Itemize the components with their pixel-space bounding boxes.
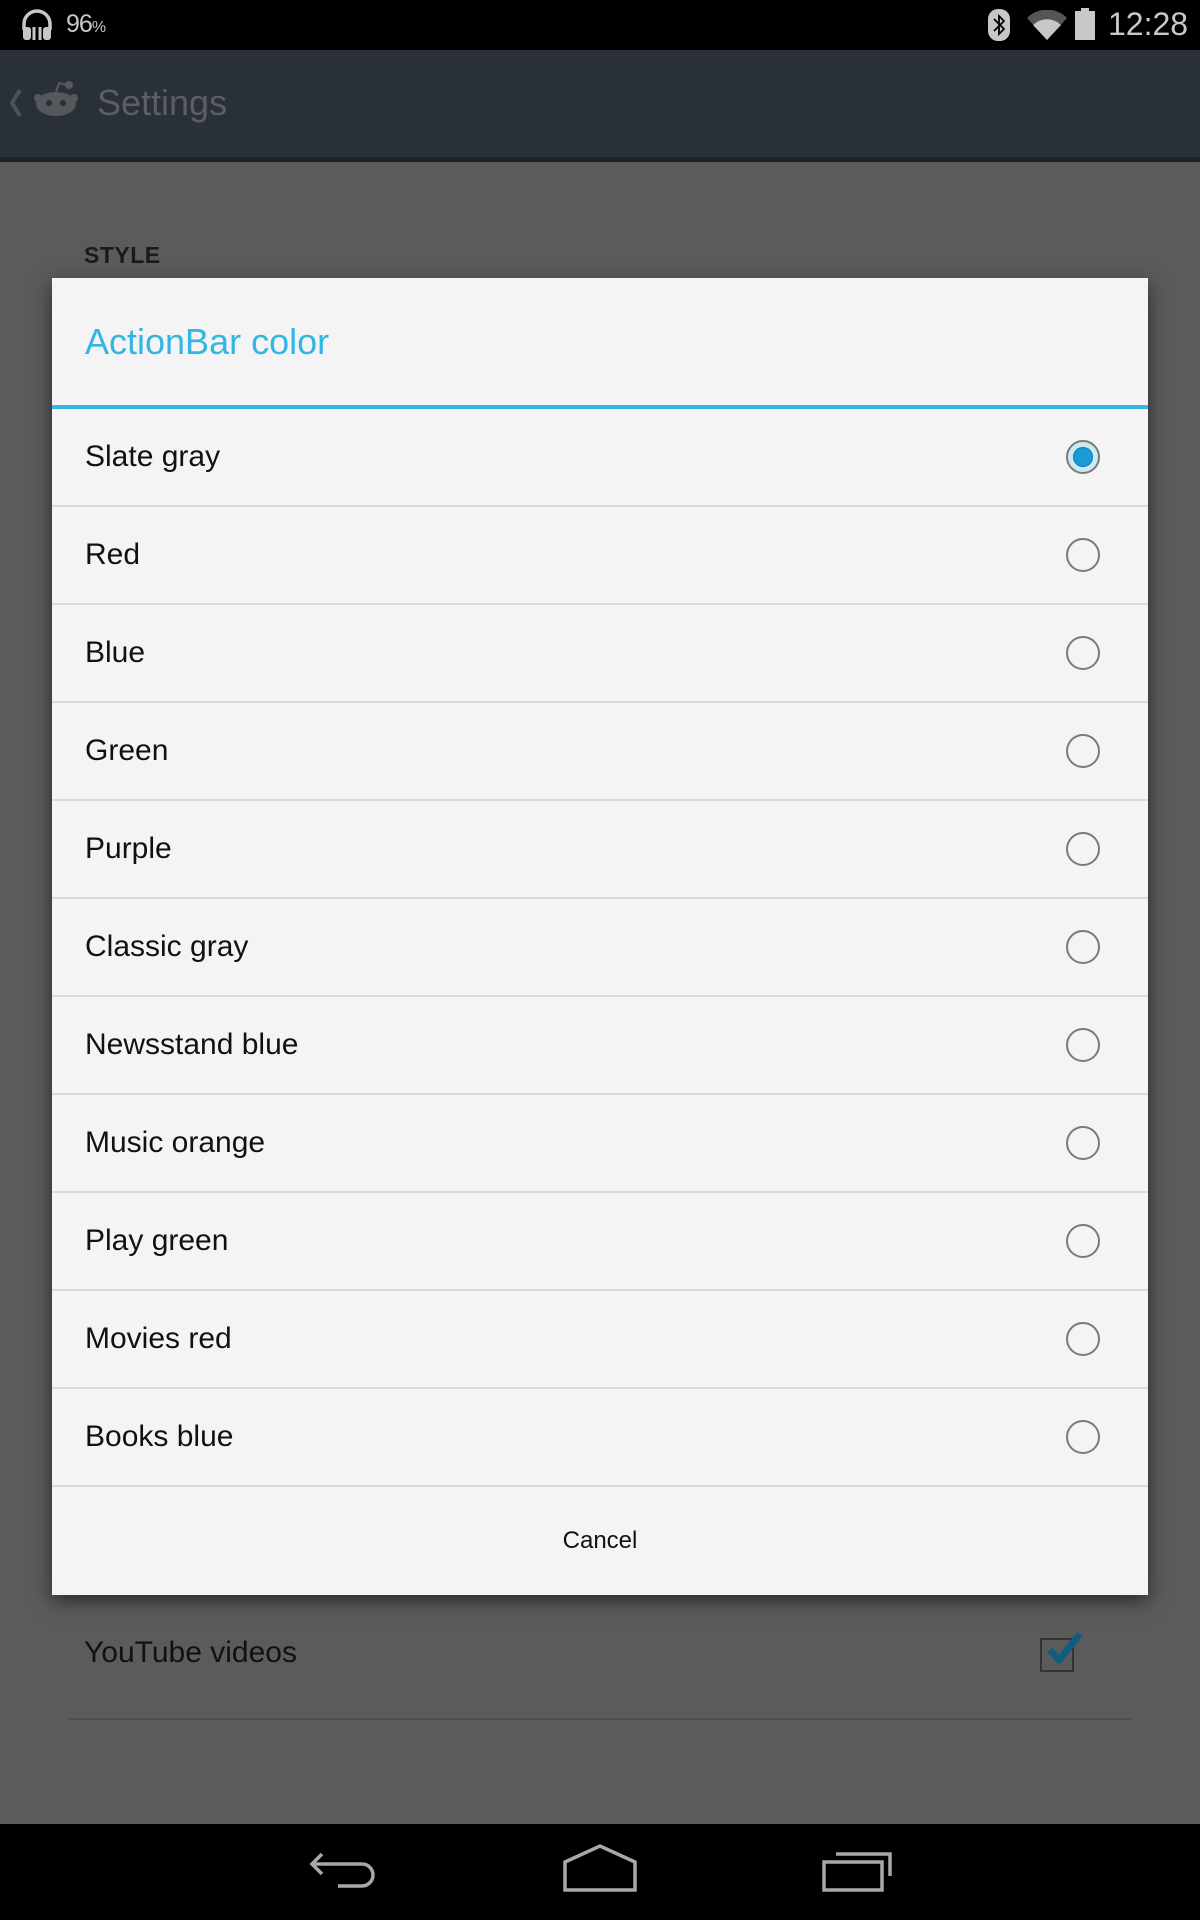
option-movies-red[interactable]: Movies red	[52, 1291, 1148, 1389]
radio-button[interactable]	[1066, 1420, 1100, 1454]
radio-button[interactable]	[1066, 930, 1100, 964]
option-newsstand-blue[interactable]: Newsstand blue	[52, 997, 1148, 1095]
navigation-bar	[0, 1824, 1200, 1920]
option-slate-gray[interactable]: Slate gray	[52, 409, 1148, 507]
option-label: Music orange	[85, 1126, 266, 1159]
up-caret-icon[interactable]	[8, 88, 22, 118]
color-options-list: Slate gray Red Blue Green Purple Classic…	[52, 409, 1148, 1487]
dialog-title: ActionBar color	[85, 321, 330, 362]
back-button[interactable]	[284, 1824, 404, 1920]
option-label: Red	[85, 538, 141, 571]
radio-button[interactable]	[1066, 1028, 1100, 1062]
option-classic-gray[interactable]: Classic gray	[52, 899, 1148, 997]
dialog-button-bar: Cancel	[52, 1487, 1148, 1595]
checkmark-icon	[1047, 1631, 1083, 1664]
option-label: Books blue	[85, 1420, 234, 1453]
recent-apps-button[interactable]	[798, 1824, 918, 1920]
wifi-icon	[1027, 10, 1067, 40]
radio-button[interactable]	[1066, 1224, 1100, 1258]
home-icon	[563, 1844, 637, 1892]
recent-apps-icon	[822, 1852, 892, 1892]
radio-button[interactable]	[1066, 832, 1100, 866]
option-label: Play green	[85, 1224, 229, 1257]
option-label: Newsstand blue	[85, 1028, 299, 1061]
option-label: Movies red	[85, 1322, 232, 1355]
option-red[interactable]: Red	[52, 507, 1148, 605]
battery-percent: 96%	[66, 10, 106, 38]
radio-button-selected[interactable]	[1066, 440, 1100, 474]
youtube-videos-checkbox[interactable]	[1040, 1631, 1083, 1672]
radio-button[interactable]	[1066, 1322, 1100, 1356]
battery-icon	[1075, 8, 1095, 40]
option-purple[interactable]: Purple	[52, 801, 1148, 899]
cancel-button[interactable]: Cancel	[52, 1487, 1148, 1595]
pref-category-style: STYLE	[84, 242, 161, 268]
bluetooth-icon	[988, 9, 1010, 41]
action-bar: Settings	[0, 50, 1200, 157]
option-label: Purple	[85, 832, 172, 865]
headphones-icon	[22, 9, 52, 40]
actionbar-color-dialog: ActionBar color Slate gray Red Blue Gree…	[52, 278, 1148, 1595]
home-button[interactable]	[540, 1824, 660, 1920]
pref-divider	[68, 1718, 1132, 1720]
option-blue[interactable]: Blue	[52, 605, 1148, 703]
option-books-blue[interactable]: Books blue	[52, 1389, 1148, 1487]
radio-button[interactable]	[1066, 538, 1100, 572]
back-icon	[309, 1852, 375, 1888]
radio-button[interactable]	[1066, 636, 1100, 670]
pref-youtube-videos[interactable]: YouTube videos	[68, 1596, 1132, 1719]
option-label: Classic gray	[85, 930, 249, 963]
pref-label: YouTube videos	[84, 1636, 297, 1669]
reddit-alien-icon[interactable]	[34, 80, 78, 116]
clock: 12:28	[1108, 6, 1189, 42]
option-label: Green	[85, 734, 169, 767]
option-green[interactable]: Green	[52, 703, 1148, 801]
radio-button[interactable]	[1066, 1126, 1100, 1160]
option-label: Slate gray	[85, 440, 221, 473]
option-music-orange[interactable]: Music orange	[52, 1095, 1148, 1193]
action-bar-divider	[0, 157, 1200, 162]
option-play-green[interactable]: Play green	[52, 1193, 1148, 1291]
radio-button[interactable]	[1066, 734, 1100, 768]
page-title: Settings	[97, 82, 228, 123]
status-bar: 96% 12:28	[0, 0, 1200, 50]
option-label: Blue	[85, 636, 146, 669]
